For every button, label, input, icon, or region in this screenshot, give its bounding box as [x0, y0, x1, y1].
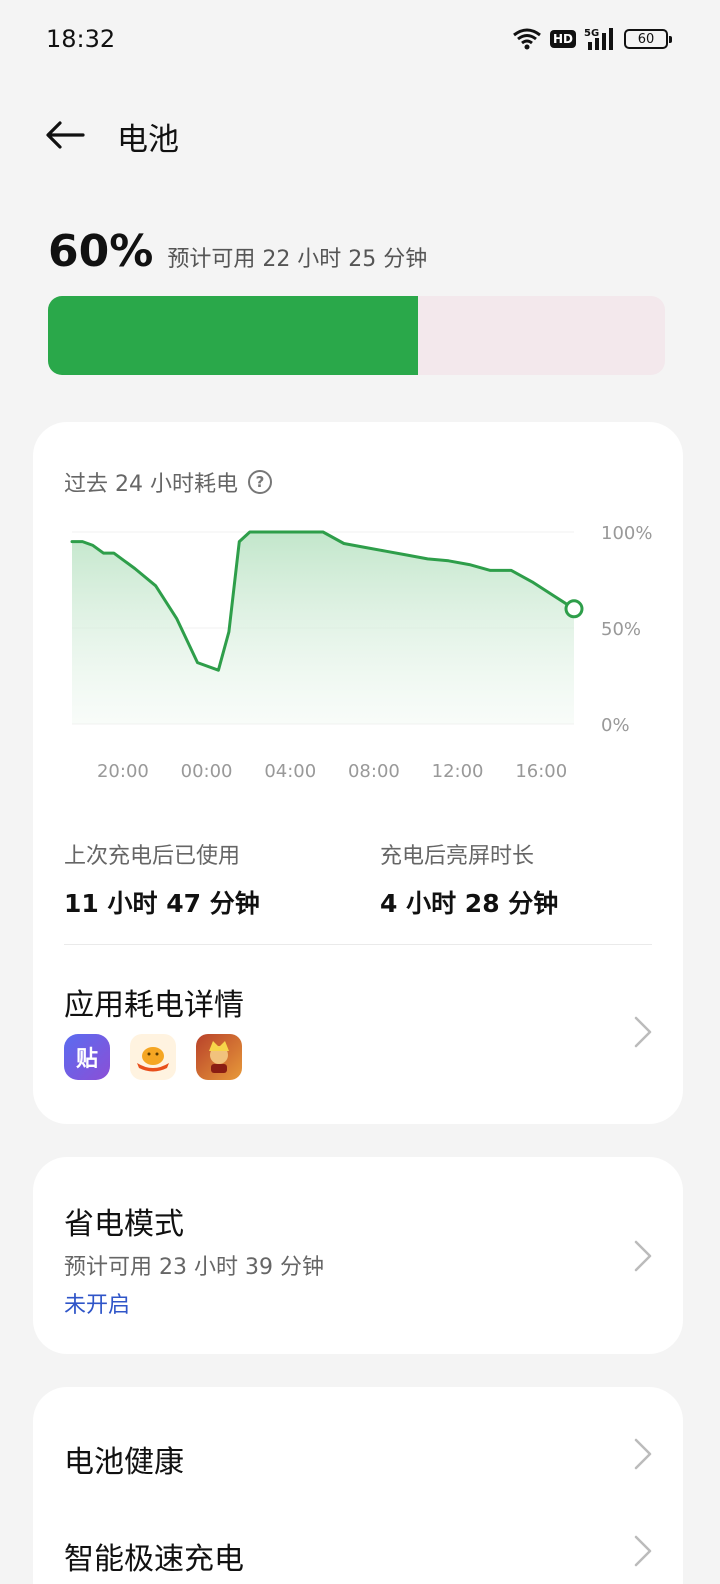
chevron-right-icon — [634, 1438, 652, 1470]
power-saver-title: 省电模式 — [64, 1207, 184, 1242]
page-title: 电池 — [117, 122, 179, 158]
battery-level-bar — [48, 296, 665, 375]
power-saver-estimate: 预计可用 23 小时 39 分钟 — [64, 1255, 324, 1280]
y-tick-label: 0% — [601, 715, 630, 736]
more-settings-card: 电池健康 智能极速充电 — [33, 1387, 683, 1584]
network-type-label: 5G — [584, 28, 599, 39]
page-header: 电池 — [0, 100, 720, 170]
x-tick-label: 04:00 — [264, 761, 316, 782]
back-button[interactable] — [40, 110, 90, 160]
x-tick-label: 08:00 — [348, 761, 400, 782]
battery-health-label: 电池健康 — [64, 1445, 184, 1480]
x-tick-label: 12:00 — [432, 761, 484, 782]
tieba-app-icon: 贴 — [64, 1034, 110, 1080]
status-time: 18:32 — [46, 25, 116, 53]
fast-charge-label: 智能极速充电 — [64, 1542, 244, 1577]
chevron-right-icon — [634, 1016, 652, 1048]
battery-status-value: 60 — [637, 31, 655, 47]
divider — [64, 944, 652, 945]
since-charge-stat: 上次充电后已使用 11 小时 47 分钟 — [64, 838, 260, 920]
status-bar: 18:32 HD 5G 60 — [0, 0, 720, 80]
screen-on-value: 4 小时 28 分钟 — [380, 889, 559, 918]
usage-card: 过去 24 小时耗电 ? 100% 50% 0% 20:00 00:00 04:00 08… — [33, 422, 683, 1124]
hd-icon: HD — [549, 30, 576, 48]
current-level-point — [564, 599, 584, 619]
wifi-icon — [513, 28, 541, 50]
y-tick-label: 100% — [601, 523, 652, 544]
battery-status-icon: 60 — [624, 29, 672, 49]
arrow-left-icon — [46, 121, 85, 149]
usage-chart: 100% 50% 0% 20:00 00:00 04:00 08:00 12:00 16:00 — [70, 523, 652, 782]
x-tick-label: 16:00 — [515, 761, 567, 782]
battery-level-row: 60% 预计可用 22 小时 25 分钟 — [48, 226, 427, 277]
power-saver-status: 未开启 — [64, 1293, 131, 1318]
since-charge-value: 11 小时 47 分钟 — [64, 889, 260, 918]
x-tick-label: 20:00 — [97, 761, 149, 782]
chevron-right-icon — [634, 1535, 652, 1567]
since-charge-label: 上次充电后已使用 — [64, 844, 241, 869]
app-icons: 贴 — [64, 1034, 242, 1080]
screen-on-stat: 充电后亮屏时长 4 小时 28 分钟 — [380, 838, 558, 920]
power-saver-card[interactable]: 省电模式 预计可用 23 小时 39 分钟 未开启 — [33, 1157, 683, 1354]
tieba-glyph: 贴 — [75, 1047, 98, 1072]
screen-on-label: 充电后亮屏时长 — [380, 844, 535, 869]
game-app-icon — [196, 1034, 242, 1080]
x-tick-label: 00:00 — [181, 761, 233, 782]
battery-estimate: 预计可用 22 小时 25 分钟 — [167, 247, 428, 272]
usage-area — [72, 532, 574, 724]
battery-percent: 60% — [48, 226, 154, 277]
app-usage-title: 应用耗电详情 — [64, 988, 244, 1023]
signal-icon: 5G — [584, 28, 613, 50]
y-tick-label: 50% — [601, 619, 641, 640]
food-delivery-app-icon — [130, 1034, 176, 1080]
battery-level-fill — [48, 296, 419, 375]
chevron-right-icon — [634, 1240, 652, 1272]
status-icons: HD 5G 60 — [512, 24, 672, 54]
